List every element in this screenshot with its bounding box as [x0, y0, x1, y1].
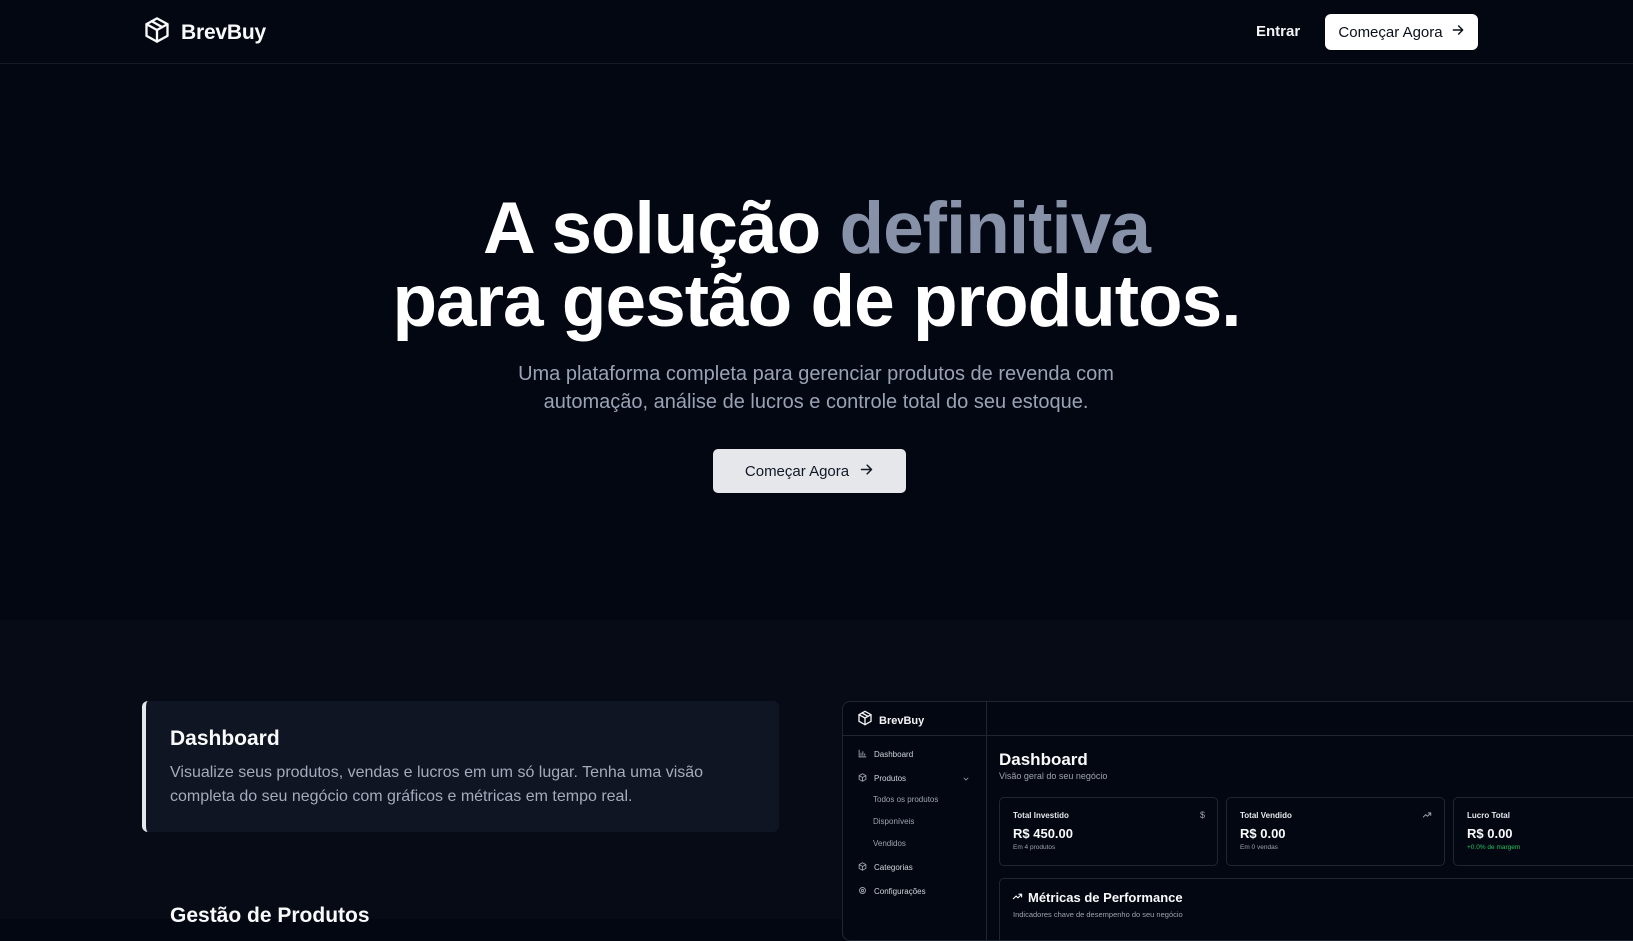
sidebar-item-label: Categorias [874, 863, 913, 872]
package-icon [858, 773, 867, 784]
stat-card-total-vendido: Total Vendido R$ 0.00 Em 0 vendas [1226, 797, 1445, 866]
hero-subtitle: Uma plataforma completa para gerenciar p… [518, 363, 1114, 413]
nav-get-started-label: Começar Agora [1338, 23, 1443, 41]
sidebar-item-label: Produtos [874, 774, 907, 783]
stat-card-total-investido: Total Investido $ R$ 450.00 Em 4 produto… [999, 797, 1218, 866]
feature-title: Dashboard [170, 727, 280, 750]
hero-title-part1: A solução [483, 188, 840, 269]
hero-get-started-label: Começar Agora [744, 462, 850, 480]
hero-section: A solução definitiva para gestão de prod… [0, 64, 1633, 620]
stat-value: R$ 0.00 [1467, 826, 1513, 841]
stat-value: R$ 450.00 [1013, 826, 1073, 841]
dollar-icon: $ [1199, 810, 1205, 820]
hero-get-started-button[interactable]: Começar Agora [713, 449, 906, 493]
stat-label: Lucro Total [1467, 811, 1510, 820]
sidebar-item-produtos[interactable]: Produtos [858, 773, 906, 784]
preview-page-title: Dashboard [999, 750, 1088, 769]
stat-card-lucro-total: Lucro Total R$ 0.00 +0.0% de margem [1453, 797, 1633, 866]
arrow-right-icon [1451, 23, 1465, 41]
sidebar-item-dashboard[interactable]: Dashboard [858, 749, 913, 760]
stat-note: Em 0 vendas [1240, 844, 1278, 851]
feature-title-product-management[interactable]: Gestão de Produtos [170, 904, 370, 928]
trending-up-icon [1012, 890, 1023, 905]
hero-title-line2: para gestão de produtos. [392, 261, 1241, 342]
stat-note: Em 4 produtos [1013, 844, 1056, 851]
performance-metrics-card: Métricas de Performance Indicadores chav… [999, 878, 1633, 940]
trending-up-icon [1422, 810, 1432, 822]
sidebar-subitem-disponiveis[interactable]: Disponíveis [873, 817, 914, 826]
gear-icon [858, 886, 867, 897]
feature-card-dashboard[interactable]: Dashboard Visualize seus produtos, venda… [142, 701, 779, 832]
preview-sidebar: BrevBuy Dashboard Produtos Todos os prod… [843, 702, 987, 940]
top-navbar: BrevBuy Entrar Começar Agora [0, 0, 1633, 64]
hero-title: A solução definitiva para gestão de prod… [0, 192, 1633, 338]
brand-name: BrevBuy [181, 20, 266, 44]
app-preview: BrevBuy Dashboard Produtos Todos os prod… [842, 701, 1633, 941]
bar-chart-icon [858, 749, 867, 760]
stat-value: R$ 0.00 [1240, 826, 1286, 841]
preview-page-subtitle: Visão geral do seu negócio [999, 771, 1108, 781]
sidebar-item-label: Dashboard [874, 750, 914, 759]
features-section: Dashboard Visualize seus produtos, venda… [0, 620, 1633, 941]
sidebar-item-configuracoes[interactable]: Configurações [858, 886, 926, 897]
metrics-title-label: Métricas de Performance [1028, 890, 1183, 905]
hero-title-accent: definitiva [839, 188, 1150, 269]
nav-get-started-button[interactable]: Começar Agora [1325, 14, 1478, 50]
sidebar-subitem-vendidos[interactable]: Vendidos [873, 839, 906, 848]
divider [843, 735, 987, 736]
arrow-right-icon [859, 462, 874, 481]
login-link[interactable]: Entrar [1256, 23, 1300, 40]
stat-label: Total Investido [1013, 811, 1069, 820]
preview-brand: BrevBuy [857, 710, 924, 731]
sidebar-item-categorias[interactable]: Categorias [858, 862, 913, 873]
sidebar-item-label: Configurações [874, 887, 926, 896]
feature-description: Visualize seus produtos, vendas e lucros… [170, 764, 704, 805]
stat-note: +0.0% de margem [1467, 844, 1521, 851]
metrics-subtitle: Indicadores chave de desempenho do seu n… [1013, 910, 1183, 919]
package-icon [857, 710, 873, 731]
brand-logo[interactable]: BrevBuy [143, 16, 266, 49]
stat-label: Total Vendido [1240, 811, 1292, 820]
package-icon [143, 16, 171, 49]
chevron-down-icon[interactable] [962, 775, 970, 785]
sidebar-subitem-todos[interactable]: Todos os produtos [873, 795, 938, 804]
metrics-title: Métricas de Performance [1012, 890, 1183, 905]
preview-brand-name: BrevBuy [879, 714, 925, 727]
tag-icon [858, 862, 867, 873]
divider [987, 735, 1633, 736]
